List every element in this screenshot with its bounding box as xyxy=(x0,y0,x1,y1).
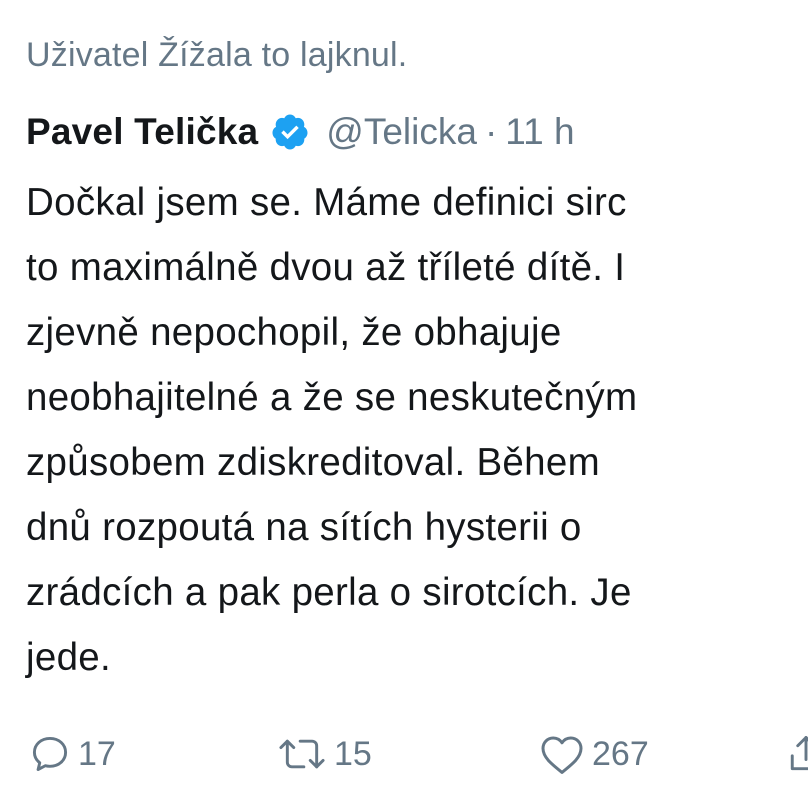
share-button[interactable] xyxy=(786,726,808,782)
author-display-name[interactable]: Pavel Telička xyxy=(26,111,258,153)
tweet-text-line: zrádcích a pak perla o sirotcích. Je xyxy=(26,571,632,614)
like-count: 267 xyxy=(592,734,649,773)
reply-button[interactable]: 17 xyxy=(28,726,116,782)
tweet-text-line: způsobem zdiskreditoval. Během xyxy=(26,441,600,484)
tweet-timestamp[interactable]: 11 h xyxy=(505,111,574,153)
tweet-text-line: to maximálně dvou až tříleté dítě. I xyxy=(26,246,626,289)
tweet-text-line: zjevně nepochopil, že obhajuje xyxy=(26,311,562,354)
social-context-label: Uživatel Žížala to lajknul. xyxy=(26,36,408,74)
tweet-text-line: neobhajitelné a že se neskutečným xyxy=(26,376,638,419)
share-icon xyxy=(786,732,808,776)
tweet-text: Dočkal jsem se. Máme definici sirc to ma… xyxy=(26,170,808,690)
reply-count: 17 xyxy=(78,734,116,773)
like-button[interactable]: 267 xyxy=(538,726,649,782)
retweet-count: 15 xyxy=(334,734,372,773)
tweet-text-line: dnů rozpoutá na sítích hysterii o xyxy=(26,506,582,549)
separator-dot: · xyxy=(484,111,498,152)
tweet-card[interactable]: Uživatel Žížala to lajknul. Pavel Teličk… xyxy=(0,0,808,808)
reply-icon xyxy=(28,732,72,776)
tweet-header: Pavel Telička @Telicka · 11 h xyxy=(26,110,575,154)
retweet-button[interactable]: 15 xyxy=(276,726,372,782)
tweet-text-line: jede. xyxy=(26,636,111,679)
tweet-actions-bar: 17 15 267 xyxy=(0,726,808,782)
tweet-text-line: Dočkal jsem se. Máme definici sirc xyxy=(26,181,627,224)
retweet-icon xyxy=(276,732,328,776)
heart-icon xyxy=(538,732,586,776)
verified-badge-icon xyxy=(270,112,310,152)
author-handle[interactable]: @Telicka xyxy=(326,111,477,153)
